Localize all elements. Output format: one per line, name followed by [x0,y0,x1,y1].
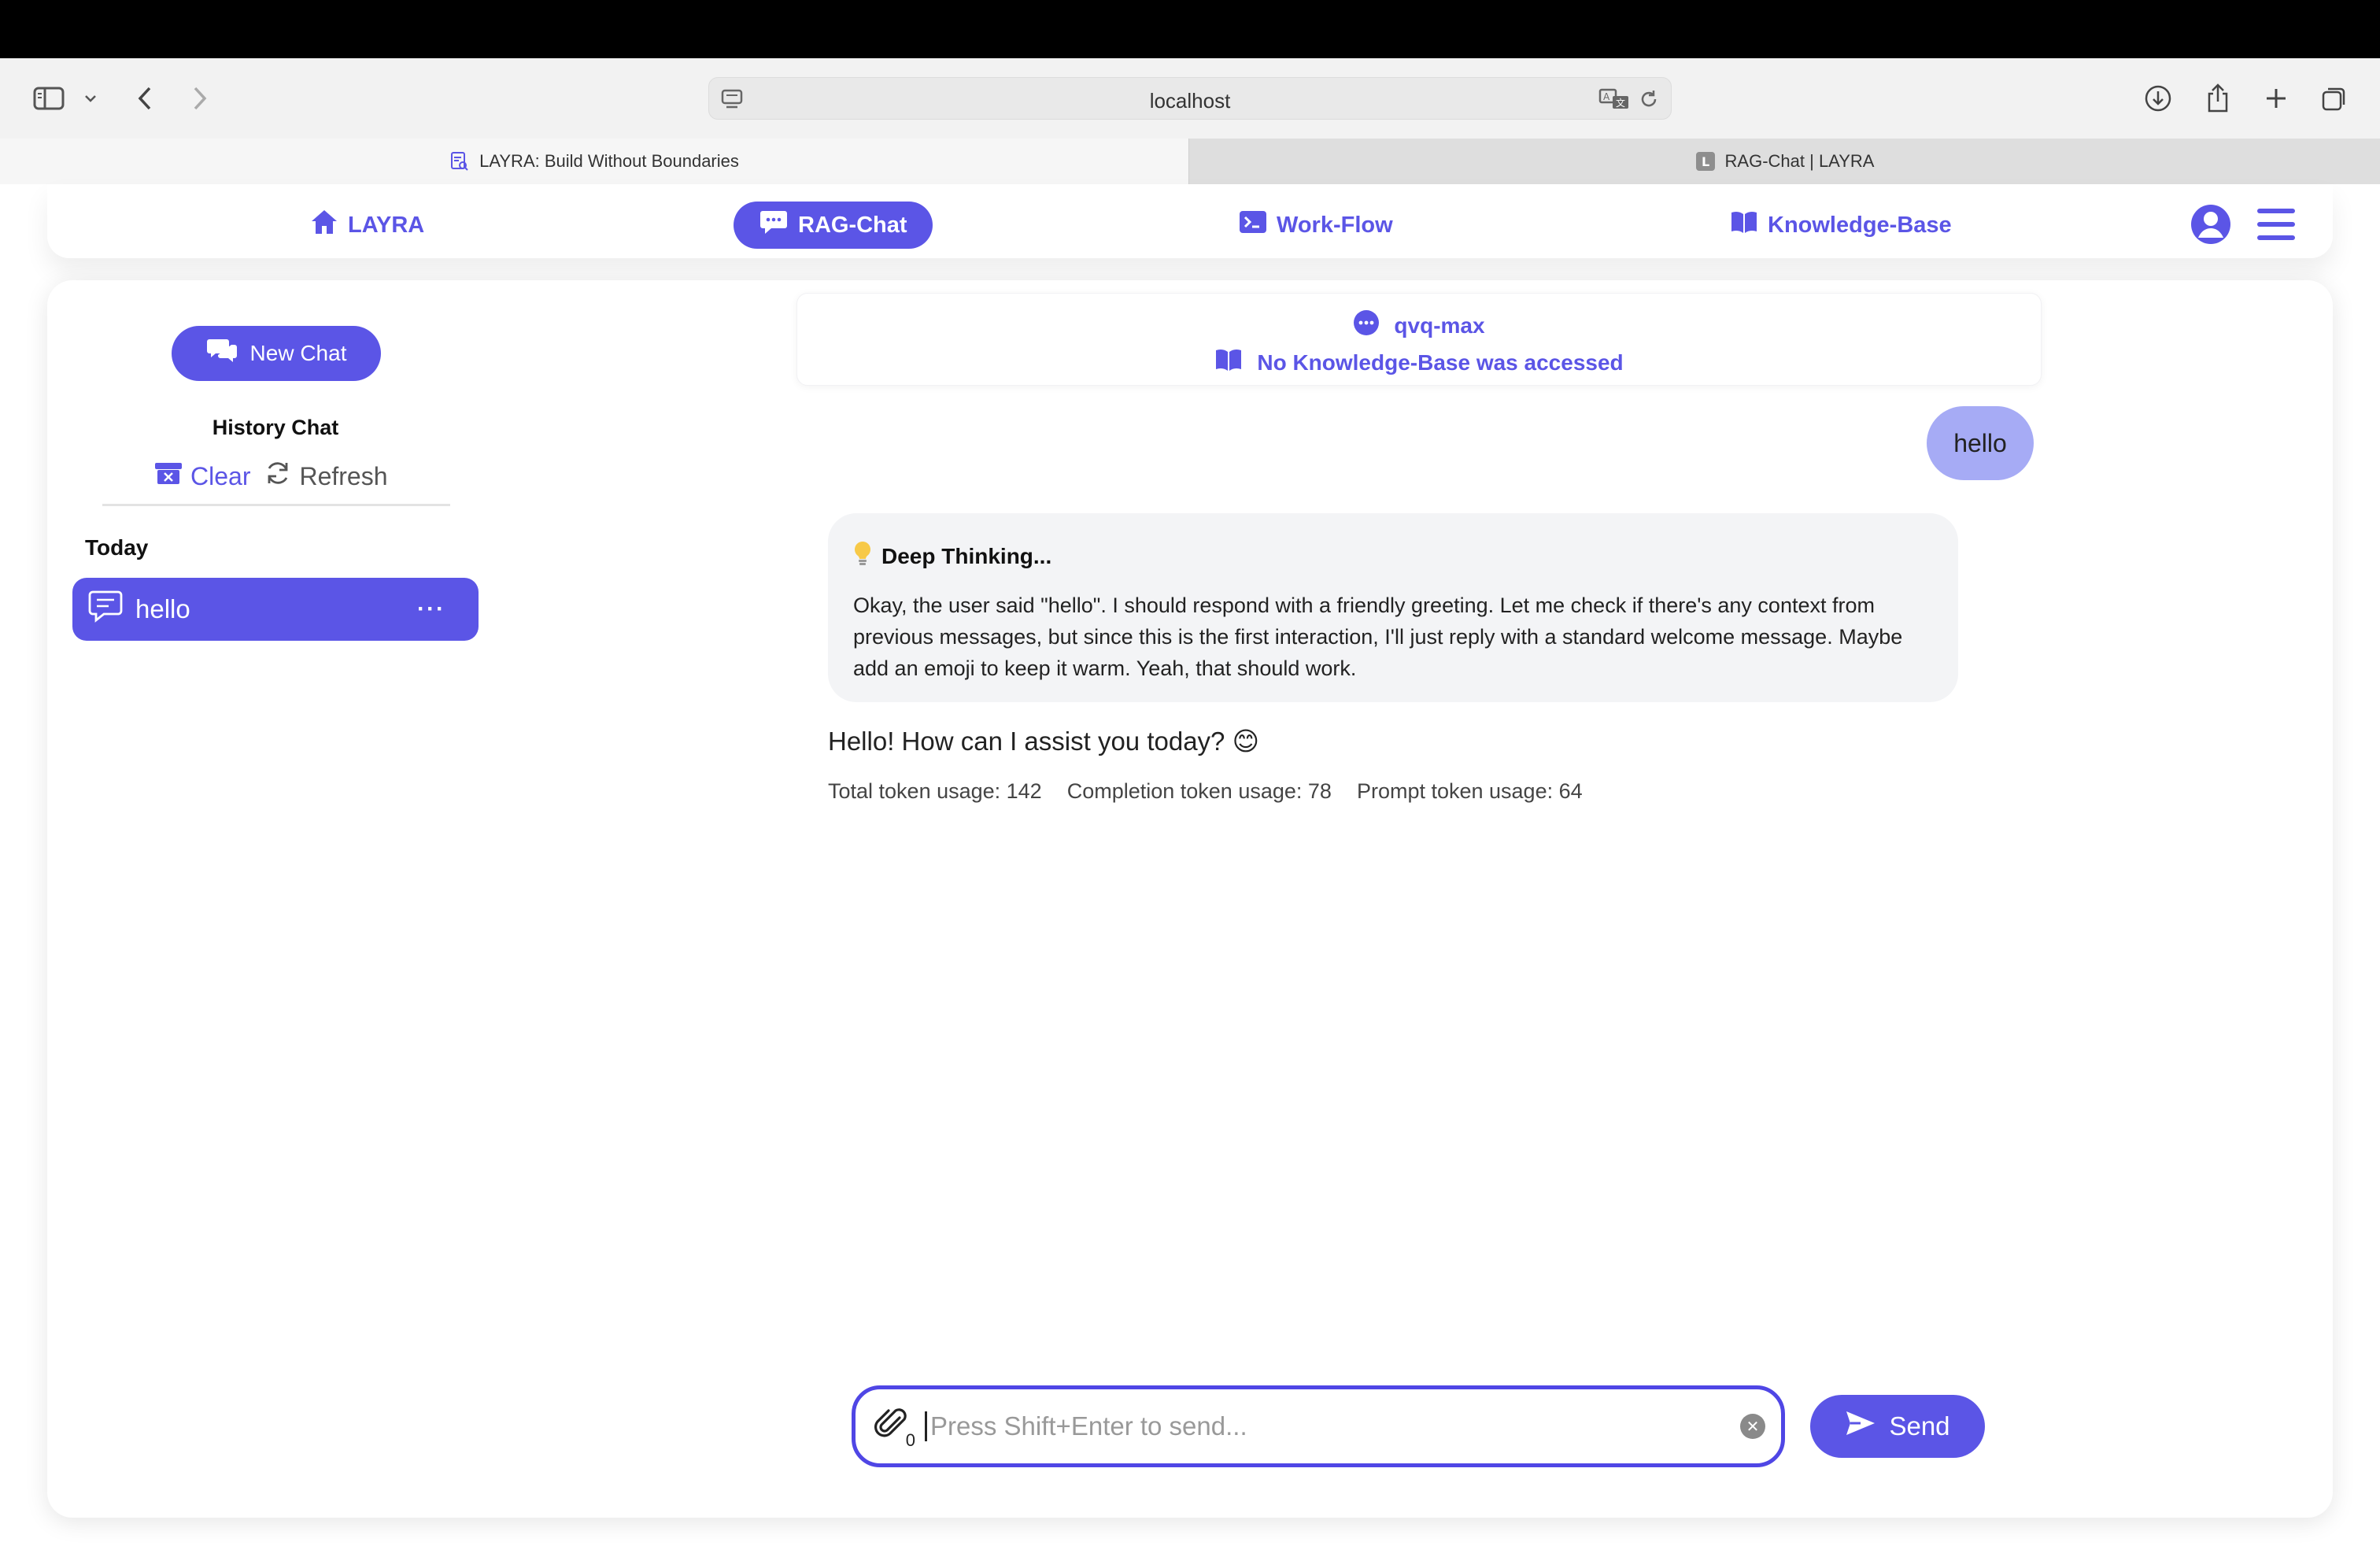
document-search-icon [449,151,470,172]
back-icon[interactable] [131,79,159,118]
nav-work-flow[interactable]: Work-Flow [1239,202,1393,249]
chat-bubble-icon [759,209,789,242]
model-name: qvq-max [1394,313,1485,338]
thinking-panel: Deep Thinking... Okay, the user said "he… [828,513,1958,702]
address-bar[interactable]: localhost A文 [708,77,1672,120]
tab-rag-chat[interactable]: L RAG-Chat | LAYRA [1188,139,2380,184]
url-text: localhost [1149,89,1231,113]
refresh-icon [264,460,291,493]
tab-layra-home[interactable]: LAYRA: Build Without Boundaries [0,139,1188,184]
tab-overview-icon[interactable] [2317,79,2352,118]
model-dots-icon [1353,309,1380,342]
completion-token-usage: Completion token usage: 78 [1066,779,1332,803]
send-icon [1845,1409,1876,1444]
history-divider [102,504,450,506]
translate-icon[interactable]: A文 [1598,87,1630,115]
history-item[interactable]: hello ··· [72,578,479,641]
assistant-message-text: Hello! How can I assist you today? 😊 [828,727,1259,756]
thinking-header[interactable]: Deep Thinking... [853,540,1933,572]
tab-bar: LAYRA: Build Without Boundaries L RAG-Ch… [0,139,2380,184]
share-icon[interactable] [2201,79,2235,118]
svg-text:L: L [1702,154,1709,169]
new-tab-icon[interactable] [2259,79,2293,118]
attachment-count: 0 [905,1430,915,1450]
terminal-icon [1239,209,1267,241]
sidebar-toggle-icon[interactable] [30,79,68,118]
message-composer: 0 ✕ [852,1385,1785,1467]
message-input[interactable] [925,1411,1732,1441]
send-button[interactable]: Send [1810,1395,1985,1458]
system-menu-bar [0,0,2380,58]
nav-layra[interactable]: LAYRA [310,202,424,249]
user-message: hello [1927,406,2034,480]
kb-status-text: No Knowledge-Base was accessed [1257,350,1624,375]
thinking-text: Okay, the user said "hello". I should re… [853,594,1903,680]
thinking-title: Deep Thinking... [881,543,1052,568]
nav-rag-chat[interactable]: RAG-Chat [734,202,933,249]
svg-text:A: A [1603,91,1610,102]
letter-l-icon: L [1695,151,1716,172]
history-item-label: hello [135,594,190,623]
chevron-down-icon[interactable] [80,79,101,118]
token-usage: Total token usage: 142 Completion token … [828,779,1583,804]
nav-knowledge-base[interactable]: Knowledge-Base [1730,202,1952,249]
svg-text:文: 文 [1616,97,1625,109]
kb-status: No Knowledge-Base was accessed [797,347,2041,378]
hamburger-menu-icon[interactable] [2256,206,2297,246]
close-icon: ✕ [1746,1418,1760,1436]
prompt-token-usage: Prompt token usage: 64 [1356,779,1583,803]
archive-x-icon [154,460,183,492]
total-token-usage: Total token usage: 142 [828,779,1042,803]
reload-icon[interactable] [1638,88,1660,114]
app-nav-bar: LAYRA RAG-Chat Work-Flow Knowledge-Base [47,184,2333,258]
book-icon [1730,209,1758,241]
downloads-icon[interactable] [2141,79,2175,118]
book-icon [1214,347,1243,378]
history-item-menu-button[interactable]: ··· [417,596,463,623]
clear-input-button[interactable]: ✕ [1740,1414,1765,1439]
new-chat-button[interactable]: New Chat [172,326,381,381]
history-group-label: Today [85,535,149,560]
clear-history-button[interactable]: Clear [154,460,250,492]
home-icon [310,209,338,242]
refresh-history-button[interactable]: Refresh [264,460,388,493]
forward-icon[interactable] [186,79,214,118]
history-chat-title: History Chat [212,416,339,439]
model-indicator[interactable]: qvq-max [797,309,2041,342]
tab-title: LAYRA: Build Without Boundaries [479,151,739,171]
user-avatar-icon[interactable] [2190,203,2232,250]
chat-outline-icon [88,590,123,629]
lightbulb-icon [853,540,872,572]
chat-header: qvq-max No Knowledge-Base was accessed [796,293,2042,386]
chat-bubbles-icon [206,338,238,370]
history-actions: Clear Refresh [154,460,388,493]
tab-title: RAG-Chat | LAYRA [1724,151,1875,171]
assistant-message: Hello! How can I assist you today? 😊 [828,726,1259,756]
attach-file-button[interactable]: 0 [871,1405,915,1450]
